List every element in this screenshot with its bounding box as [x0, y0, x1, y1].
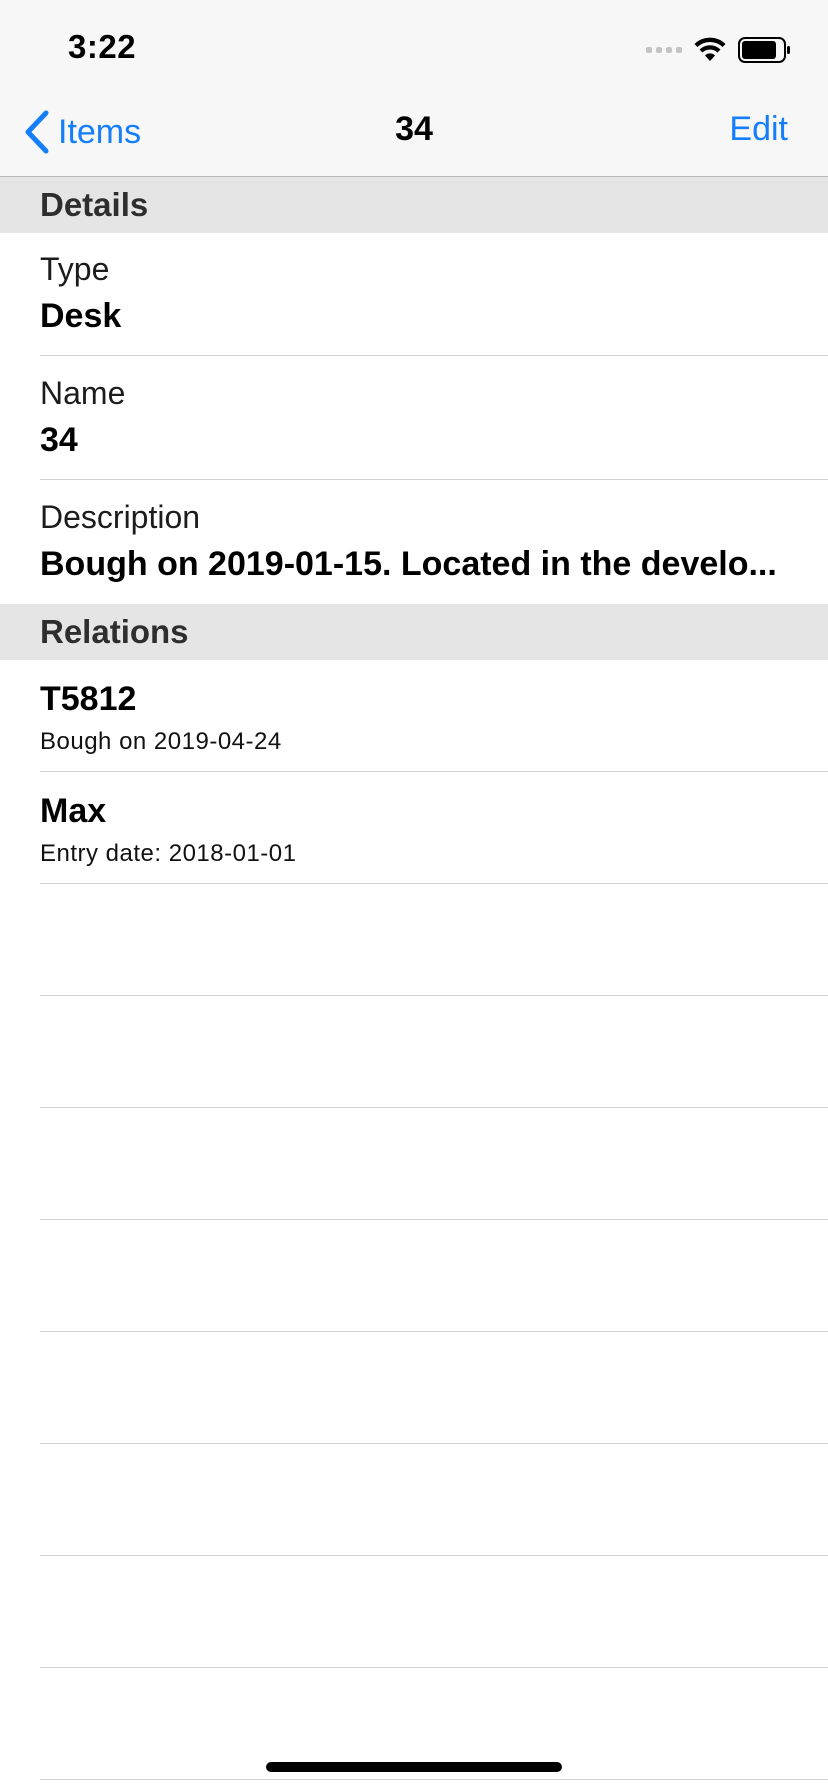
status-time: 3:22	[68, 28, 137, 65]
page-title: 34	[395, 110, 433, 148]
cellular-signal-icon	[646, 47, 682, 53]
row-separator	[40, 355, 828, 356]
detail-value: Desk	[40, 297, 122, 335]
home-indicator[interactable]	[266, 1762, 562, 1772]
row-separator	[40, 1555, 828, 1556]
relation-title: Max	[40, 792, 107, 830]
wifi-icon	[694, 37, 726, 61]
row-separator	[40, 1331, 828, 1332]
navigation-bar: Items 34 Edit	[0, 88, 828, 177]
row-separator	[40, 995, 828, 996]
row-separator	[40, 1667, 828, 1668]
row-separator	[40, 1107, 828, 1108]
detail-row-name: Name 34	[0, 357, 828, 481]
detail-label: Name	[40, 375, 126, 411]
detail-value: 34	[40, 421, 78, 459]
relation-row[interactable]: Max Entry date: 2018-01-01	[0, 772, 828, 884]
detail-label: Description	[40, 499, 201, 535]
battery-icon	[738, 37, 790, 63]
edit-button[interactable]: Edit	[729, 110, 788, 149]
status-icons	[646, 34, 792, 66]
row-separator	[40, 1779, 828, 1780]
row-separator	[40, 1219, 828, 1220]
section-header-details: Details	[0, 177, 828, 233]
row-separator	[40, 479, 828, 480]
relation-title: T5812	[40, 680, 137, 718]
relation-subtitle: Bough on 2019-04-24	[40, 728, 282, 755]
detail-row-type: Type Desk	[0, 233, 828, 357]
section-header-relations: Relations	[0, 604, 828, 660]
relation-row[interactable]: T5812 Bough on 2019-04-24	[0, 660, 828, 772]
detail-value: Bough on 2019-01-15. Located in the deve…	[40, 545, 777, 583]
detail-label: Type	[40, 251, 110, 287]
status-bar: 3:22	[0, 0, 828, 88]
detail-row-description: Description Bough on 2019-01-15. Located…	[0, 481, 828, 605]
row-separator	[40, 1443, 828, 1444]
relation-subtitle: Entry date: 2018-01-01	[40, 840, 297, 867]
row-separator	[40, 883, 828, 884]
